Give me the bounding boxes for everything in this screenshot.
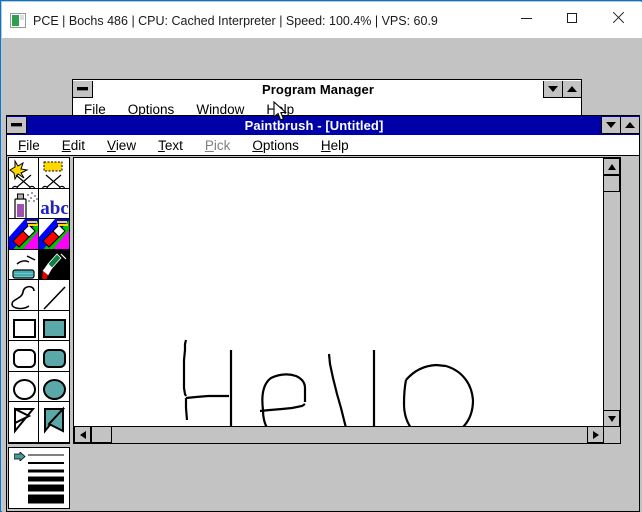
line-width-option-4[interactable] bbox=[12, 475, 66, 483]
paintbrush-system-menu[interactable] bbox=[7, 117, 27, 134]
line-width-option-5[interactable] bbox=[12, 483, 66, 493]
filled-rounded-rectangle-tool[interactable] bbox=[39, 341, 69, 372]
vertical-scrollbar-thumb[interactable] bbox=[603, 175, 620, 192]
paintbrush-menu-options[interactable]: Options bbox=[241, 138, 310, 153]
scroll-up-arrow-icon bbox=[607, 163, 616, 170]
filled-rectangle-tool[interactable] bbox=[39, 310, 69, 341]
paintbrush-menu-pick: Pick bbox=[204, 137, 231, 153]
maximize-triangle-icon bbox=[567, 86, 577, 92]
text-tool[interactable]: abc bbox=[39, 188, 69, 219]
emulated-desktop[interactable]: Program Manager File Options Window Help bbox=[2, 38, 642, 512]
paintbrush-menu-edit[interactable]: Edit bbox=[51, 138, 96, 153]
curve-tool[interactable] bbox=[9, 280, 39, 311]
paintbrush-menu-view[interactable]: View bbox=[96, 138, 147, 153]
maximize-button[interactable] bbox=[549, 3, 595, 33]
airbrush-tool[interactable] bbox=[9, 188, 39, 219]
line-width-option-3[interactable] bbox=[12, 467, 66, 475]
canvas-drawing bbox=[182, 339, 475, 427]
program-manager-maximize-button[interactable] bbox=[562, 81, 581, 98]
program-manager-title: Program Manager bbox=[261, 82, 375, 97]
canvas-vertical-scrollbar[interactable] bbox=[603, 158, 620, 427]
paintbrush-maximize-button[interactable] bbox=[620, 117, 639, 134]
maximize-icon bbox=[567, 13, 577, 23]
paintbrush-window[interactable]: Paintbrush - [Untitled] File Edit View T… bbox=[6, 115, 640, 512]
system-menu-icon bbox=[11, 123, 22, 127]
host-window-title: PCE | Bochs 486 | CPU: Cached Interprete… bbox=[33, 14, 438, 28]
system-menu-icon bbox=[77, 87, 88, 91]
scroll-left-button[interactable] bbox=[74, 426, 91, 443]
ellipse-tool[interactable] bbox=[9, 371, 39, 402]
rounded-rectangle-tool[interactable] bbox=[9, 341, 39, 372]
host-window-frame: PCE | Bochs 486 | CPU: Cached Interprete… bbox=[0, 0, 642, 512]
close-button[interactable] bbox=[595, 3, 641, 33]
polygon-tool[interactable] bbox=[9, 402, 39, 443]
paintbrush-titlebar[interactable]: Paintbrush - [Untitled] bbox=[7, 116, 639, 135]
scroll-right-arrow-icon bbox=[592, 430, 599, 439]
program-manager-titlebar[interactable]: Program Manager bbox=[73, 80, 581, 99]
scrollbar-corner bbox=[603, 426, 620, 443]
line-width-option-1[interactable] bbox=[12, 451, 66, 461]
svg-text:abc: abc bbox=[40, 198, 69, 219]
minimize-button[interactable] bbox=[503, 3, 549, 33]
paintbrush-menu-file[interactable]: File bbox=[7, 138, 51, 153]
maximize-triangle-icon bbox=[625, 122, 635, 128]
paintbrush-menubar[interactable]: File Edit View Text Pick Options Help bbox=[7, 135, 639, 156]
minimize-triangle-icon bbox=[548, 86, 558, 92]
horizontal-scrollbar-thumb[interactable] bbox=[91, 426, 112, 443]
paintbrush-minimize-button[interactable] bbox=[601, 117, 620, 134]
canvas-container bbox=[73, 157, 621, 444]
program-manager-system-menu[interactable] bbox=[73, 81, 93, 98]
minimize-triangle-icon bbox=[606, 122, 616, 128]
line-width-selector[interactable] bbox=[8, 447, 70, 509]
drawing-canvas[interactable] bbox=[74, 158, 604, 427]
minimize-icon bbox=[520, 17, 532, 19]
toolbox[interactable]: abc bbox=[8, 157, 70, 444]
scroll-up-button[interactable] bbox=[603, 158, 620, 175]
program-manager-minimize-button[interactable] bbox=[543, 81, 562, 98]
scroll-down-button[interactable] bbox=[603, 410, 620, 427]
line-width-option-6[interactable] bbox=[12, 493, 66, 505]
rectangle-tool[interactable] bbox=[9, 310, 39, 341]
eraser-tool[interactable] bbox=[39, 219, 69, 250]
line-width-option-2[interactable] bbox=[12, 459, 66, 467]
scroll-down-arrow-icon bbox=[607, 415, 616, 422]
paintbrush-menu-help[interactable]: Help bbox=[310, 138, 360, 153]
paintbrush-menu-text[interactable]: Text bbox=[147, 138, 194, 153]
scroll-left-arrow-icon bbox=[79, 430, 86, 439]
line-tool[interactable] bbox=[39, 280, 69, 311]
filled-polygon-tool[interactable] bbox=[39, 402, 69, 443]
scissors-freeform-cut-tool[interactable] bbox=[9, 158, 39, 189]
filled-ellipse-tool[interactable] bbox=[39, 371, 69, 402]
canvas-horizontal-scrollbar[interactable] bbox=[74, 426, 604, 443]
paintbrush-body: abc bbox=[7, 156, 639, 511]
host-titlebar[interactable]: PCE | Bochs 486 | CPU: Cached Interprete… bbox=[2, 2, 642, 38]
brush-tool[interactable] bbox=[39, 249, 69, 280]
paintbrush-title: Paintbrush - [Untitled] bbox=[244, 118, 384, 133]
pce-app-icon bbox=[10, 13, 26, 28]
screenshot-root: PCE | Bochs 486 | CPU: Cached Interprete… bbox=[0, 0, 642, 512]
scissors-rectangle-cut-tool[interactable] bbox=[39, 158, 69, 189]
close-icon bbox=[612, 12, 624, 24]
color-eraser-tool[interactable] bbox=[9, 219, 39, 250]
scroll-right-button[interactable] bbox=[587, 426, 604, 443]
paint-roller-tool[interactable] bbox=[9, 249, 39, 280]
